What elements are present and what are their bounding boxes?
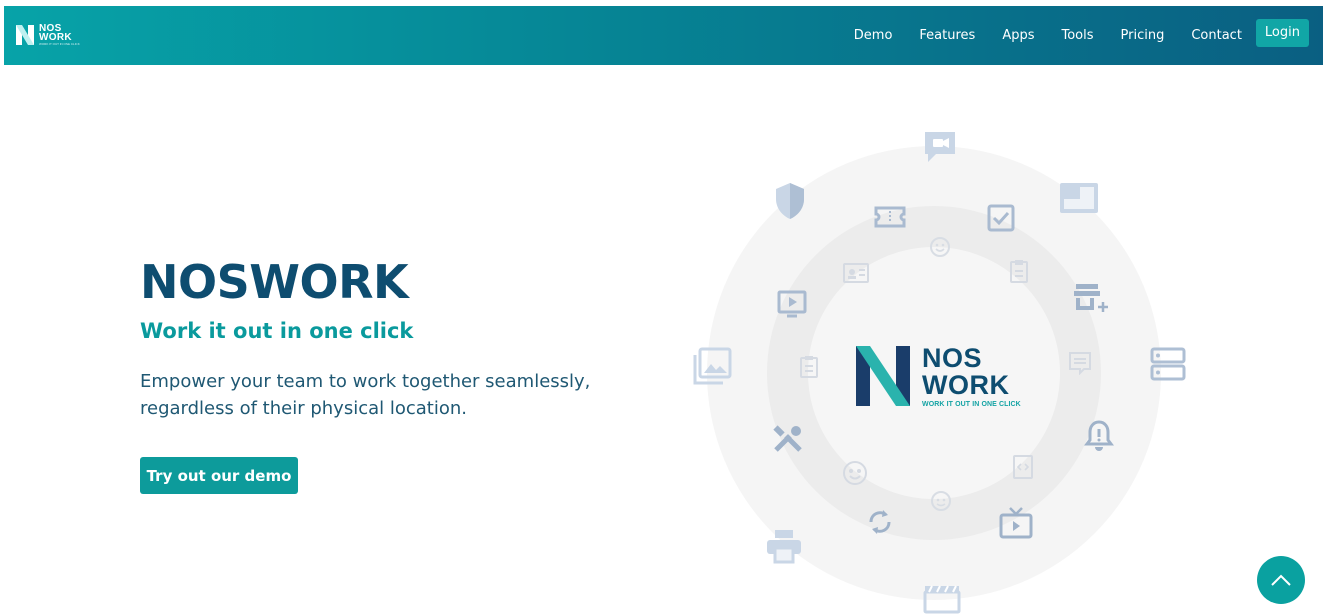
code-file-icon — [1012, 454, 1034, 480]
nav-demo[interactable]: Demo — [854, 28, 893, 43]
page: NOS WORK WORK IT OUT IN ONE CLICK Demo F… — [4, 6, 1323, 614]
brand-tagline: WORK IT OUT IN ONE CLICK — [39, 42, 80, 46]
nav-apps[interactable]: Apps — [1002, 28, 1034, 43]
tv-play-icon — [998, 506, 1034, 540]
store-add-icon — [1072, 282, 1110, 314]
brand-logo[interactable]: NOS WORK WORK IT OUT IN ONE CLICK — [14, 23, 80, 47]
nav-features[interactable]: Features — [919, 28, 975, 43]
gallery-icon — [692, 347, 732, 385]
center-logo-line2: WORK — [922, 369, 1010, 400]
brand-line2: WORK — [39, 32, 72, 43]
checkbox-icon — [986, 203, 1016, 233]
hero-description: Empower your team to work together seaml… — [140, 371, 591, 419]
center-logo: NOS WORK WORK IT OUT IN ONE CLICK — [854, 344, 1021, 408]
ticket-icon — [874, 205, 906, 229]
server-icon — [1150, 346, 1186, 382]
chevron-up-icon — [1271, 574, 1291, 586]
notes-icon — [1068, 351, 1092, 375]
hero-subtitle: Work it out in one click — [140, 319, 414, 343]
emoji-icon — [842, 460, 868, 486]
logo-n-icon — [16, 25, 34, 45]
hero-title: NOSWORK — [140, 255, 409, 309]
try-demo-button[interactable]: Try out our demo — [140, 457, 298, 494]
shield-icon — [773, 181, 807, 221]
video-player-icon — [777, 289, 807, 319]
nav-pricing[interactable]: Pricing — [1121, 28, 1165, 43]
nav-tools[interactable]: Tools — [1061, 28, 1093, 43]
center-logo-tagline: WORK IT OUT IN ONE CLICK — [922, 400, 1021, 408]
center-logo-line1: NOS — [922, 342, 983, 373]
smile-small-icon — [930, 490, 952, 512]
smile-icon — [929, 236, 951, 258]
printer-icon — [765, 528, 803, 564]
nav-contact[interactable]: Contact — [1191, 28, 1242, 43]
contact-card-icon — [842, 262, 870, 284]
clipboard-icon — [1008, 258, 1030, 284]
sync-icon — [865, 506, 895, 538]
bell-icon — [1084, 419, 1114, 453]
image-window-icon — [1059, 182, 1099, 214]
main-nav: Demo Features Apps Tools Pricing Contact… — [827, 19, 1309, 47]
video-chat-icon — [922, 130, 958, 164]
top-navbar: NOS WORK WORK IT OUT IN ONE CLICK Demo F… — [4, 6, 1323, 65]
login-button[interactable]: Login — [1255, 19, 1309, 47]
scroll-to-top-button[interactable] — [1257, 556, 1305, 604]
tools-icon — [772, 424, 804, 456]
logo-n-icon — [856, 346, 910, 406]
document-icon — [799, 355, 819, 379]
clapperboard-icon — [922, 582, 962, 614]
